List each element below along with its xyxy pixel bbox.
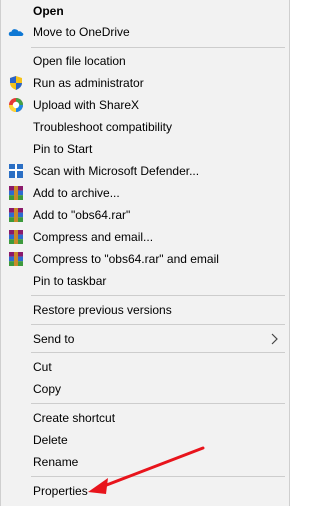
chevron-right-icon <box>269 333 279 345</box>
menu-item-label: Move to OneDrive <box>33 25 130 39</box>
menu-separator <box>31 295 285 296</box>
menu-item-label: Compress and email... <box>33 230 154 244</box>
menu-item-label: Rename <box>33 455 79 469</box>
menu-item-properties[interactable]: Properties <box>1 480 289 502</box>
menu-item-label: Upload with ShareX <box>33 98 140 112</box>
menu-item-label: Properties <box>33 484 88 498</box>
menu-item-copy[interactable]: Copy <box>1 378 289 400</box>
menu-separator <box>31 352 285 353</box>
menu-item-label: Open <box>33 4 64 18</box>
menu-item-send-to[interactable]: Send to <box>1 328 289 350</box>
menu-item-label: Delete <box>33 433 68 447</box>
menu-item-upload-with-sharex[interactable]: Upload with ShareX <box>1 94 289 116</box>
menu-item-label: Scan with Microsoft Defender... <box>33 164 200 178</box>
menu-item-label: Troubleshoot compatibility <box>33 120 172 134</box>
menu-item-label: Add to "obs64.rar" <box>33 208 131 222</box>
menu-item-open-file-location[interactable]: Open file location <box>1 50 289 72</box>
menu-item-label: Pin to taskbar <box>33 274 107 288</box>
menu-separator <box>31 47 285 48</box>
onedrive-cloud-icon <box>8 24 24 40</box>
menu-item-scan-with-defender[interactable]: Scan with Microsoft Defender... <box>1 160 289 182</box>
menu-separator <box>31 403 285 404</box>
menu-item-label: Send to <box>33 332 75 346</box>
menu-item-cut[interactable]: Cut <box>1 356 289 378</box>
menu-item-label: Create shortcut <box>33 411 116 425</box>
menu-item-move-to-onedrive[interactable]: Move to OneDrive <box>1 21 289 43</box>
winrar-icon <box>8 207 24 223</box>
sharex-icon <box>8 97 24 113</box>
menu-item-compress-to-rar-and-email[interactable]: Compress to "obs64.rar" and email <box>1 248 289 270</box>
menu-item-add-to-rar[interactable]: Add to "obs64.rar" <box>1 204 289 226</box>
menu-item-label: Pin to Start <box>33 142 93 156</box>
context-menu: Open Move to OneDrive Open file location… <box>0 0 290 506</box>
menu-item-label: Compress to "obs64.rar" and email <box>33 252 219 266</box>
menu-item-create-shortcut[interactable]: Create shortcut <box>1 407 289 429</box>
menu-item-label: Open file location <box>33 54 126 68</box>
winrar-icon <box>8 251 24 267</box>
uac-shield-icon <box>8 75 24 91</box>
menu-item-label: Run as administrator <box>33 76 144 90</box>
menu-item-pin-to-taskbar[interactable]: Pin to taskbar <box>1 270 289 292</box>
menu-item-delete[interactable]: Delete <box>1 429 289 451</box>
winrar-icon <box>8 229 24 245</box>
menu-item-label: Cut <box>33 360 52 374</box>
menu-item-restore-previous-versions[interactable]: Restore previous versions <box>1 299 289 321</box>
defender-shield-icon <box>8 163 24 179</box>
menu-item-compress-and-email[interactable]: Compress and email... <box>1 226 289 248</box>
menu-item-pin-to-start[interactable]: Pin to Start <box>1 138 289 160</box>
menu-item-label: Restore previous versions <box>33 303 172 317</box>
menu-separator <box>31 324 285 325</box>
menu-item-add-to-archive[interactable]: Add to archive... <box>1 182 289 204</box>
menu-item-label: Copy <box>33 382 62 396</box>
menu-item-run-as-administrator[interactable]: Run as administrator <box>1 72 289 94</box>
menu-item-rename[interactable]: Rename <box>1 451 289 473</box>
menu-item-open[interactable]: Open <box>1 0 289 22</box>
menu-item-label: Add to archive... <box>33 186 120 200</box>
menu-item-troubleshoot-compatibility[interactable]: Troubleshoot compatibility <box>1 116 289 138</box>
winrar-icon <box>8 185 24 201</box>
menu-separator <box>31 476 285 477</box>
